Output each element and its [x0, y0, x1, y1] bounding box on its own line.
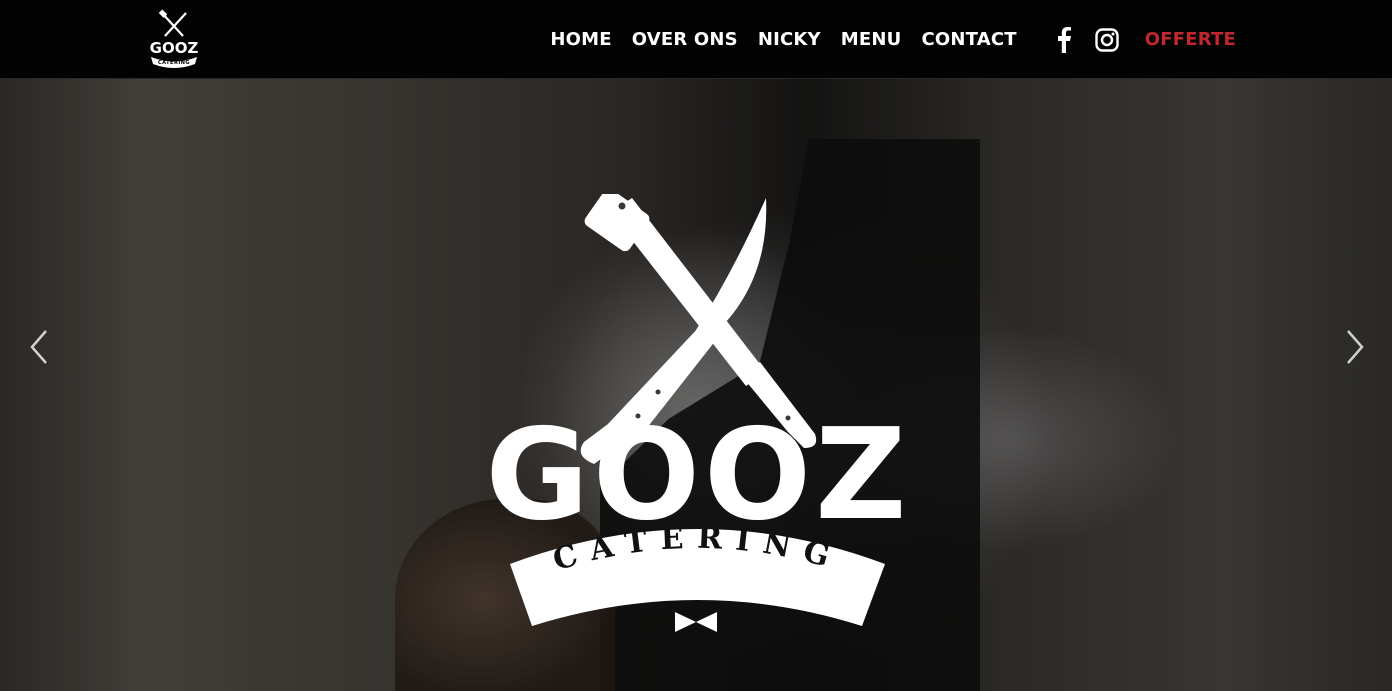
chevron-left-icon[interactable]	[26, 329, 56, 365]
instagram-icon[interactable]	[1095, 27, 1119, 52]
brand-logo[interactable]: GOOZ CATERING	[143, 9, 205, 69]
nav-menu[interactable]: MENU	[841, 29, 902, 50]
social-links	[1045, 26, 1131, 53]
facebook-icon[interactable]	[1057, 26, 1071, 53]
brand-logo-title: GOOZ	[150, 39, 199, 57]
chevron-right-icon[interactable]	[1338, 329, 1368, 365]
nav-contact[interactable]: CONTACT	[922, 29, 1017, 50]
hero-logo: GOOZ CATERING	[485, 194, 907, 632]
nav-home[interactable]: HOME	[550, 29, 611, 50]
bow-tie-icon	[675, 612, 717, 632]
nav-nicky[interactable]: NICKY	[758, 29, 821, 50]
nav-over-ons[interactable]: OVER ONS	[632, 29, 738, 50]
brand-logo-subtitle: CATERING	[158, 60, 190, 66]
main-nav: HOME OVER ONS NICKY MENU CONTACT OFFERTE	[550, 0, 1392, 79]
site-header: GOOZ CATERING HOME OVER ONS NICKY MENU C…	[0, 0, 1392, 79]
hero-slider: GOOZ CATERING	[0, 79, 1392, 691]
offerte-button[interactable]: OFFERTE	[1145, 29, 1236, 50]
